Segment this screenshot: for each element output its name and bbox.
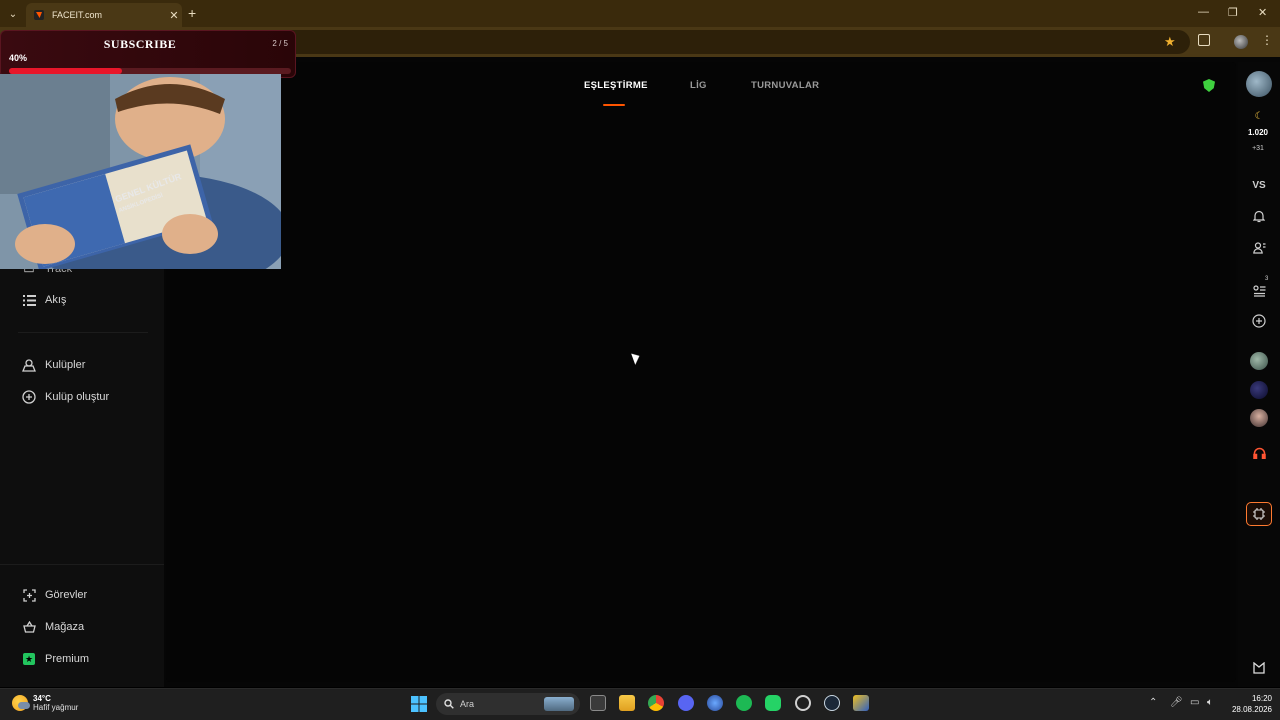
tab-search-button[interactable]: ⌄	[4, 5, 22, 23]
search-icon	[444, 699, 454, 709]
friends-icon[interactable]	[1246, 240, 1272, 256]
windows-start-icon[interactable]	[411, 696, 427, 712]
main-content	[166, 62, 1236, 682]
subscribe-goal-overlay: SUBSCRIBE 2 / 5 40%	[0, 30, 296, 78]
browser-menu-icon[interactable]: ⋮	[1261, 33, 1273, 47]
sidebar-item-create-club[interactable]: Kulüp oluştur	[22, 390, 109, 404]
sidebar-item-clubs[interactable]: Kulüpler	[22, 358, 85, 372]
search-highlight-image	[544, 697, 574, 711]
list-icon	[22, 293, 36, 307]
weather-icon	[12, 695, 30, 711]
app-icon[interactable]	[707, 695, 723, 711]
search-placeholder: Ara	[460, 699, 475, 709]
clock-time: 16:20	[1251, 694, 1272, 703]
active-tab-indicator	[603, 104, 625, 106]
spotify-icon[interactable]	[736, 695, 752, 711]
overlay-counter: 2 / 5	[272, 39, 288, 48]
new-tab-button[interactable]: +	[188, 5, 196, 21]
missions-icon	[22, 588, 36, 602]
overlay-percent: 40%	[9, 53, 28, 63]
chrome-icon[interactable]	[648, 695, 664, 711]
basket-icon	[22, 620, 36, 634]
taskbar-clock[interactable]: 16:20 28.08.2026	[1226, 693, 1272, 715]
taskbar-search[interactable]: Ara	[436, 693, 580, 715]
friend-avatar[interactable]	[1250, 409, 1268, 427]
sidebar-item-label: Mağaza	[45, 621, 85, 633]
tab-close-button[interactable]: ✕	[166, 9, 182, 22]
sidebar-item-label: Premium	[45, 653, 90, 665]
weather-widget[interactable]: 34°C Hafif yağmur	[12, 694, 78, 712]
premium-star-icon: ★	[23, 653, 35, 665]
sidebar-item-label: Kulüp oluştur	[45, 391, 110, 403]
clubs-icon	[22, 358, 36, 372]
overlay-title: SUBSCRIBE	[103, 37, 177, 51]
browser-tab-strip: ⌄ FACEIT.com ✕ + — ❐ ✕	[0, 0, 1280, 27]
window-close-button[interactable]: ✕	[1258, 6, 1267, 19]
tab-matchmaking[interactable]: EŞLEŞTİRME	[584, 80, 648, 91]
extensions-icon[interactable]	[1198, 34, 1210, 46]
minimize-button[interactable]: —	[1198, 6, 1209, 18]
whatsapp-icon[interactable]	[765, 695, 781, 711]
app-icon[interactable]	[853, 695, 869, 711]
windows-taskbar	[0, 688, 1280, 720]
faceit-logo-icon[interactable]	[1246, 660, 1272, 676]
chip-icon[interactable]	[1246, 502, 1272, 526]
sidebar-item-label: Kulüpler	[45, 359, 86, 371]
vs-button[interactable]: VS	[1246, 178, 1272, 192]
plus-circle-icon	[22, 390, 36, 404]
sidebar-divider	[0, 564, 164, 565]
webcam-video: GENEL KÜLTÜR ANSİKLOPEDİSİ	[0, 74, 281, 269]
tab-faceit[interactable]: FACEIT.com ✕	[26, 3, 182, 27]
headset-icon[interactable]	[1246, 446, 1272, 460]
bookmark-star-icon[interactable]: ★	[1164, 34, 1176, 50]
volume-icon[interactable]: 🔈︎	[1207, 697, 1213, 708]
network-icon[interactable]: ▭	[1190, 697, 1199, 708]
faceit-favicon-icon	[34, 10, 44, 20]
user-avatar[interactable]	[1246, 71, 1272, 97]
faceit-client-icon[interactable]	[795, 695, 811, 711]
party-count-badge: 3	[1265, 276, 1269, 282]
weather-temp: 34°C	[33, 694, 51, 703]
sidebar-item-label: Görevler	[45, 589, 88, 601]
friend-avatar[interactable]	[1250, 352, 1268, 370]
tab-league[interactable]: LİG	[690, 80, 707, 91]
tray-overflow-icon[interactable]: ⌃	[1149, 697, 1157, 708]
microphone-icon[interactable]: 🎤︎	[1170, 697, 1183, 708]
steam-icon[interactable]	[824, 695, 840, 711]
address-bar[interactable]	[280, 30, 1190, 54]
add-circle-icon[interactable]	[1246, 313, 1272, 329]
elo-change: +31	[1252, 145, 1264, 152]
elo-value: 1.020	[1247, 128, 1269, 137]
sidebar-item-premium[interactable]: ★ Premium	[22, 652, 89, 666]
party-icon[interactable]	[1246, 283, 1272, 299]
tab-tournaments[interactable]: TURNUVALAR	[751, 80, 819, 91]
restore-button[interactable]: ❐	[1228, 6, 1238, 19]
discord-icon[interactable]	[678, 695, 694, 711]
friend-avatar[interactable]	[1250, 381, 1268, 399]
right-sidebar	[1238, 62, 1280, 687]
sidebar-item-shop[interactable]: Mağaza	[22, 620, 84, 634]
sidebar-item-label: Akış	[45, 294, 67, 306]
bell-icon[interactable]	[1246, 208, 1272, 224]
clock-date: 28.08.2026	[1231, 705, 1272, 714]
file-explorer-icon[interactable]	[619, 695, 635, 711]
weather-description: Hafif yağmur	[33, 703, 79, 712]
tab-title: FACEIT.com	[52, 10, 103, 20]
task-view-icon[interactable]	[590, 695, 606, 711]
sidebar-item-feed[interactable]: Akış	[22, 293, 66, 307]
profile-avatar[interactable]	[1234, 35, 1248, 49]
sidebar-divider	[18, 332, 148, 333]
level-icon: ☾	[1254, 110, 1264, 122]
sidebar-item-missions[interactable]: Görevler	[22, 588, 87, 602]
